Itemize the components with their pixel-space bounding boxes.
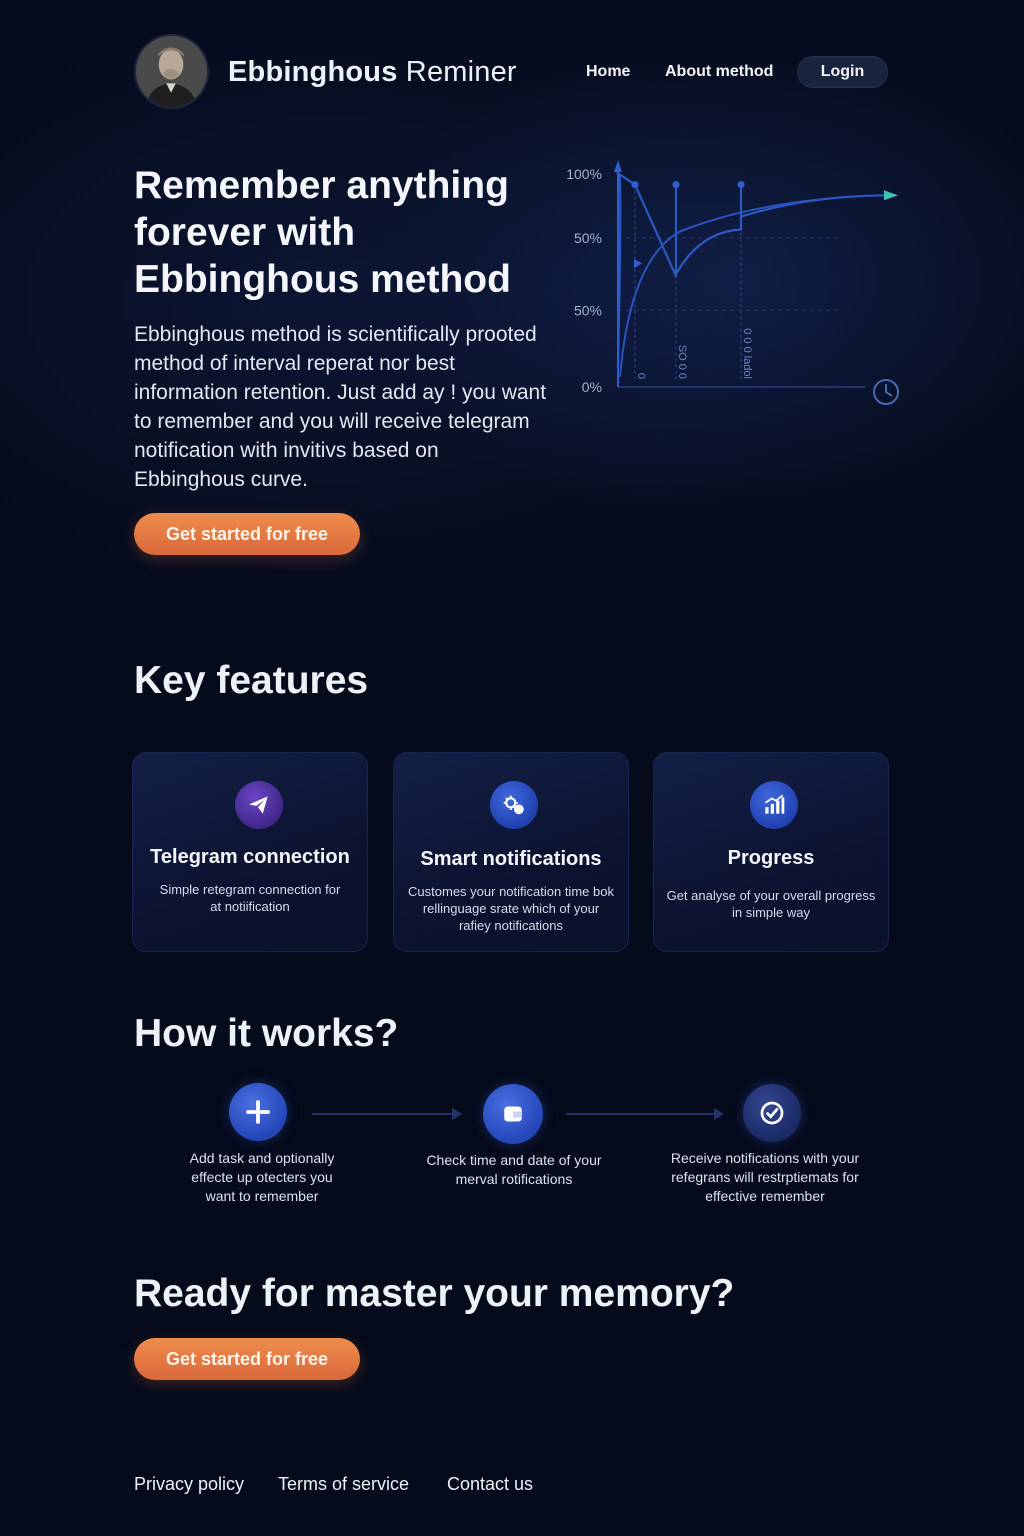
y-tick-label: 100% — [566, 166, 602, 182]
footer-contact-link[interactable]: Contact us — [447, 1473, 533, 1495]
ready-get-started-button[interactable]: Get started for free — [134, 1338, 360, 1380]
check-circle-icon — [743, 1084, 801, 1142]
footer-privacy-link[interactable]: Privacy policy — [134, 1473, 244, 1495]
review-point — [631, 181, 639, 189]
review-marker-label: 0 0 0 ladol — [741, 328, 753, 379]
review-point — [737, 181, 745, 189]
nav-about-link[interactable]: About method — [665, 62, 773, 82]
brand-name-bold: Ebbinghous — [228, 56, 398, 88]
y-tick-label: 0% — [582, 379, 602, 395]
bell-gear-icon — [490, 781, 538, 829]
avatar — [134, 34, 209, 109]
step-connector — [566, 1113, 714, 1115]
feature-card-notifications[interactable]: Smart notifications Customes your notifi… — [393, 752, 629, 952]
feature-card-title: Smart notifications — [420, 848, 602, 870]
feature-card-title: Progress — [727, 847, 815, 869]
login-button[interactable]: Login — [797, 56, 888, 88]
curve-end-arrow — [884, 190, 898, 201]
paper-plane-icon — [235, 781, 283, 829]
y-tick-label: 50% — [574, 230, 602, 246]
brand-name-light: Reminer — [405, 56, 517, 88]
feature-card-progress[interactable]: Progress Get analyse of your overall pro… — [653, 752, 889, 952]
ready-title: Ready for master your memory? — [134, 1272, 735, 1315]
y-tick-label: 50% — [574, 302, 602, 318]
curve-arrow-marker — [634, 259, 642, 269]
step-arrow-icon — [714, 1108, 724, 1120]
how-it-works-title: How it works? — [134, 1012, 399, 1055]
clock-hands — [885, 384, 893, 397]
hero-description: Ebbinghous method is scientifically proo… — [134, 323, 547, 491]
forgetting-curve-chart: 100% 50% 50% 0% 0 SO 0 0 0 0 0 ladol — [560, 150, 920, 420]
feature-card-title: Telegram connection — [150, 846, 350, 868]
forgetting-curve-svg: 100% 50% 50% 0% 0 SO 0 0 0 0 0 ladol — [566, 160, 899, 405]
feature-card-description: Customes your notification time bok rell… — [408, 884, 614, 933]
folder-icon — [483, 1084, 543, 1144]
review-marker-label: 0 — [635, 373, 647, 379]
y-axis-arrow — [614, 160, 622, 172]
step-arrow-icon — [452, 1108, 462, 1120]
review-point — [672, 181, 680, 189]
plus-icon — [229, 1083, 287, 1141]
step-2-text: Check time and date of your merval rotif… — [426, 1152, 602, 1187]
step-connector — [312, 1113, 452, 1115]
footer-terms-link[interactable]: Terms of service — [278, 1473, 409, 1495]
hero-get-started-button[interactable]: Get started for free — [134, 513, 360, 555]
review-marker-label: SO 0 0 — [676, 345, 688, 379]
feature-card-description: Simple retegram connection for at notiif… — [159, 882, 341, 914]
hero-title: Remember anything forever with Ebbinghou… — [134, 164, 511, 301]
step-1-text: Add task and optionally effecte up otect… — [189, 1150, 335, 1204]
feature-card-description: Get analyse of your overall progress in … — [666, 888, 876, 920]
forgetting-curve-line — [615, 172, 891, 368]
brand-name[interactable]: Ebbinghous Reminer — [228, 54, 517, 90]
landing-page: Ebbinghous Reminer Home About method Log… — [0, 0, 1024, 1536]
features-title: Key features — [134, 659, 369, 702]
feature-card-telegram[interactable]: Telegram connection Simple retegram conn… — [132, 752, 368, 952]
step-3-text: Receive notifications with your refegran… — [670, 1150, 860, 1204]
nav-home-link[interactable]: Home — [586, 62, 630, 82]
bar-chart-icon — [750, 781, 798, 829]
